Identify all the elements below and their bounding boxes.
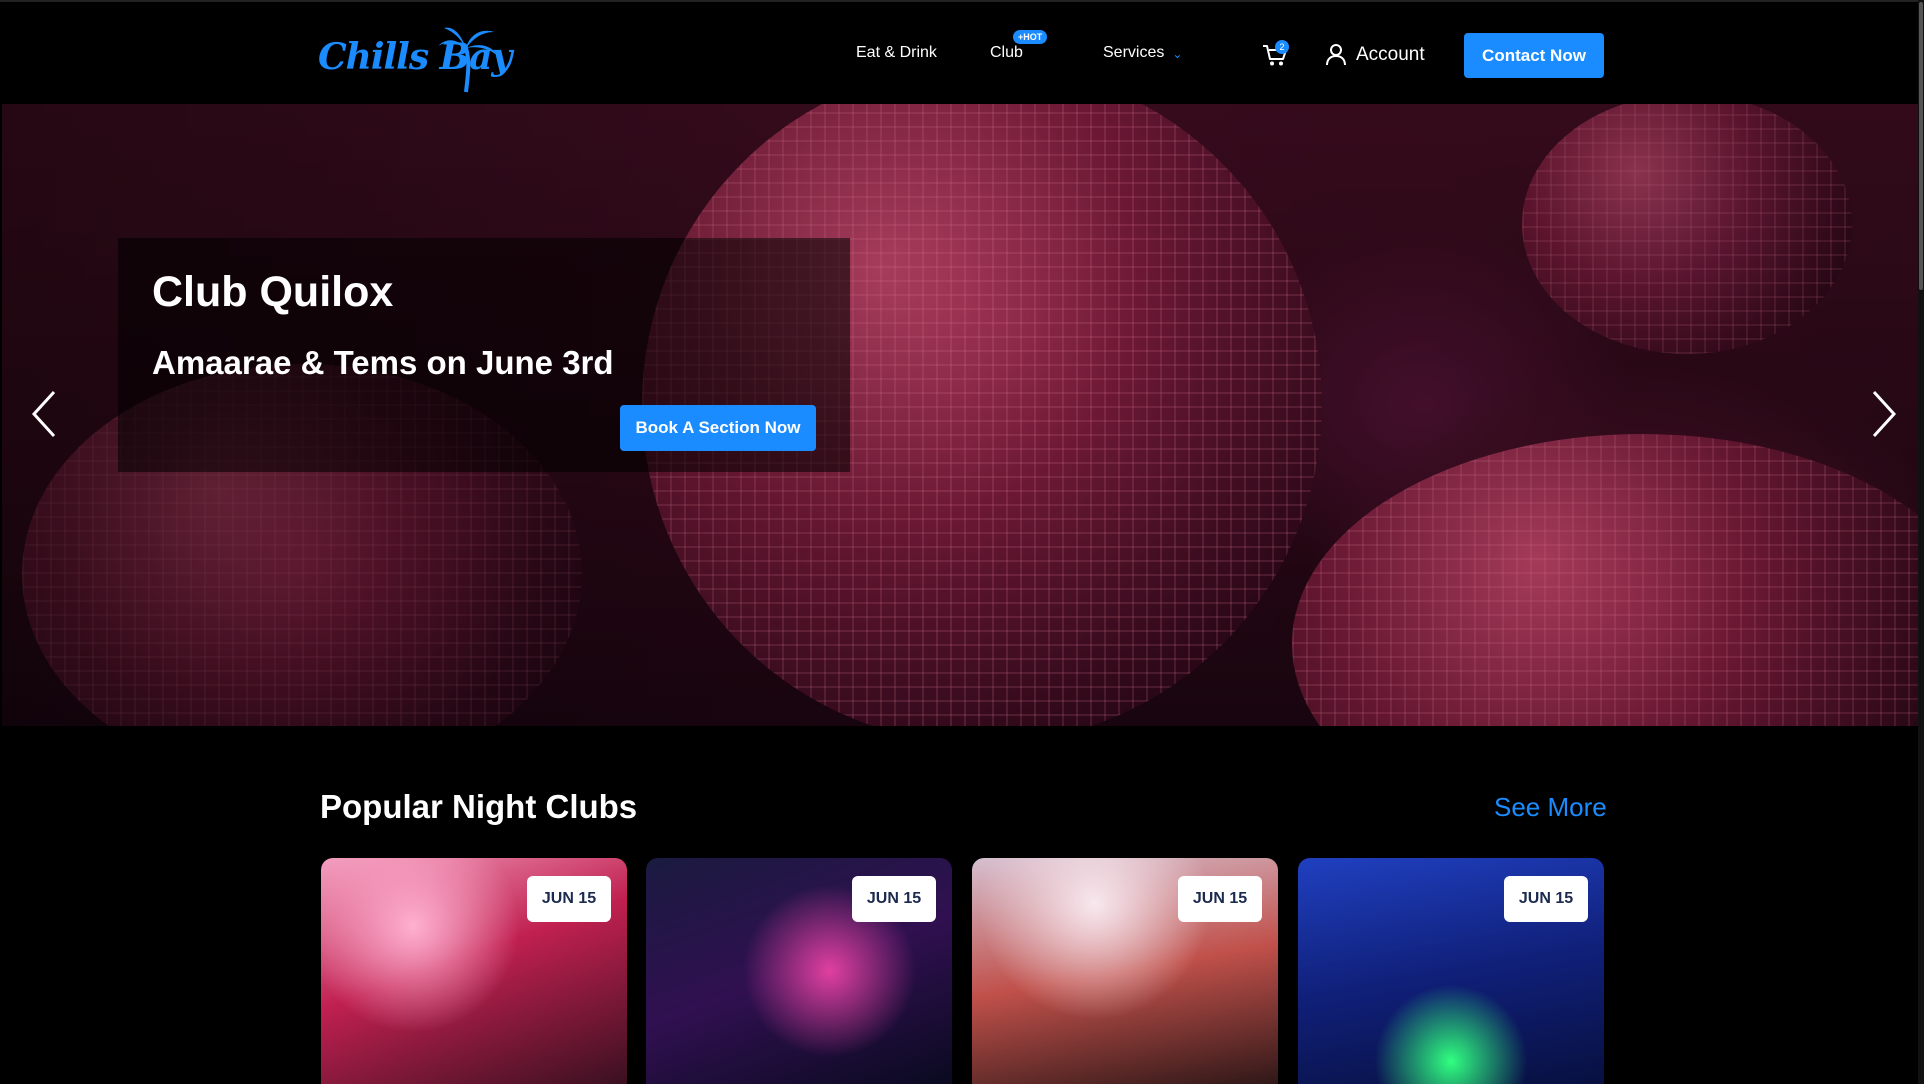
see-more-link[interactable]: See More — [1494, 792, 1607, 823]
nav-club[interactable]: Club — [990, 44, 1023, 62]
nav-services[interactable]: Services ⌄ — [1103, 44, 1182, 62]
chevron-right-icon — [1872, 390, 1897, 438]
club-card[interactable]: JUN 15 — [646, 858, 952, 1084]
date-badge: JUN 15 — [852, 876, 936, 922]
club-card[interactable]: JUN 15 — [1298, 858, 1604, 1084]
club-card[interactable]: JUN 15 — [321, 858, 627, 1084]
contact-now-button[interactable]: Contact Now — [1464, 33, 1604, 78]
nav-services-label: Services — [1103, 44, 1165, 61]
chevron-left-icon — [31, 390, 56, 438]
date-badge: JUN 15 — [1178, 876, 1262, 922]
date-badge: JUN 15 — [1504, 876, 1588, 922]
account-label: Account — [1356, 44, 1425, 65]
book-section-button[interactable]: Book A Section Now — [620, 405, 816, 451]
brand-logo[interactable]: Chills Bay — [318, 24, 512, 94]
slider-prev-button[interactable] — [24, 384, 64, 444]
hero-slider: Club Quilox Amaarae & Tems on June 3rd B… — [2, 104, 1918, 726]
club-card[interactable]: JUN 15 — [972, 858, 1278, 1084]
chevron-down-icon: ⌄ — [1172, 47, 1183, 61]
slider-next-button[interactable] — [1864, 384, 1904, 444]
user-icon — [1326, 44, 1346, 66]
hero-title: Club Quilox — [152, 268, 394, 316]
popular-clubs-heading: Popular Night Clubs — [320, 788, 638, 825]
date-badge: JUN 15 — [527, 876, 611, 922]
account-link[interactable]: Account — [1326, 44, 1425, 66]
hot-badge: +HOT — [1013, 30, 1048, 44]
scrollbar-thumb[interactable] — [1919, 2, 1923, 290]
cart-count-badge: 2 — [1275, 40, 1289, 54]
nav-eat-drink[interactable]: Eat & Drink — [856, 44, 937, 62]
palm-tree-icon — [438, 27, 498, 93]
site-header: Chills Bay Eat & Drink Club +HOT Service… — [0, 0, 1924, 104]
hero-subtitle: Amaarae & Tems on June 3rd — [152, 344, 614, 381]
